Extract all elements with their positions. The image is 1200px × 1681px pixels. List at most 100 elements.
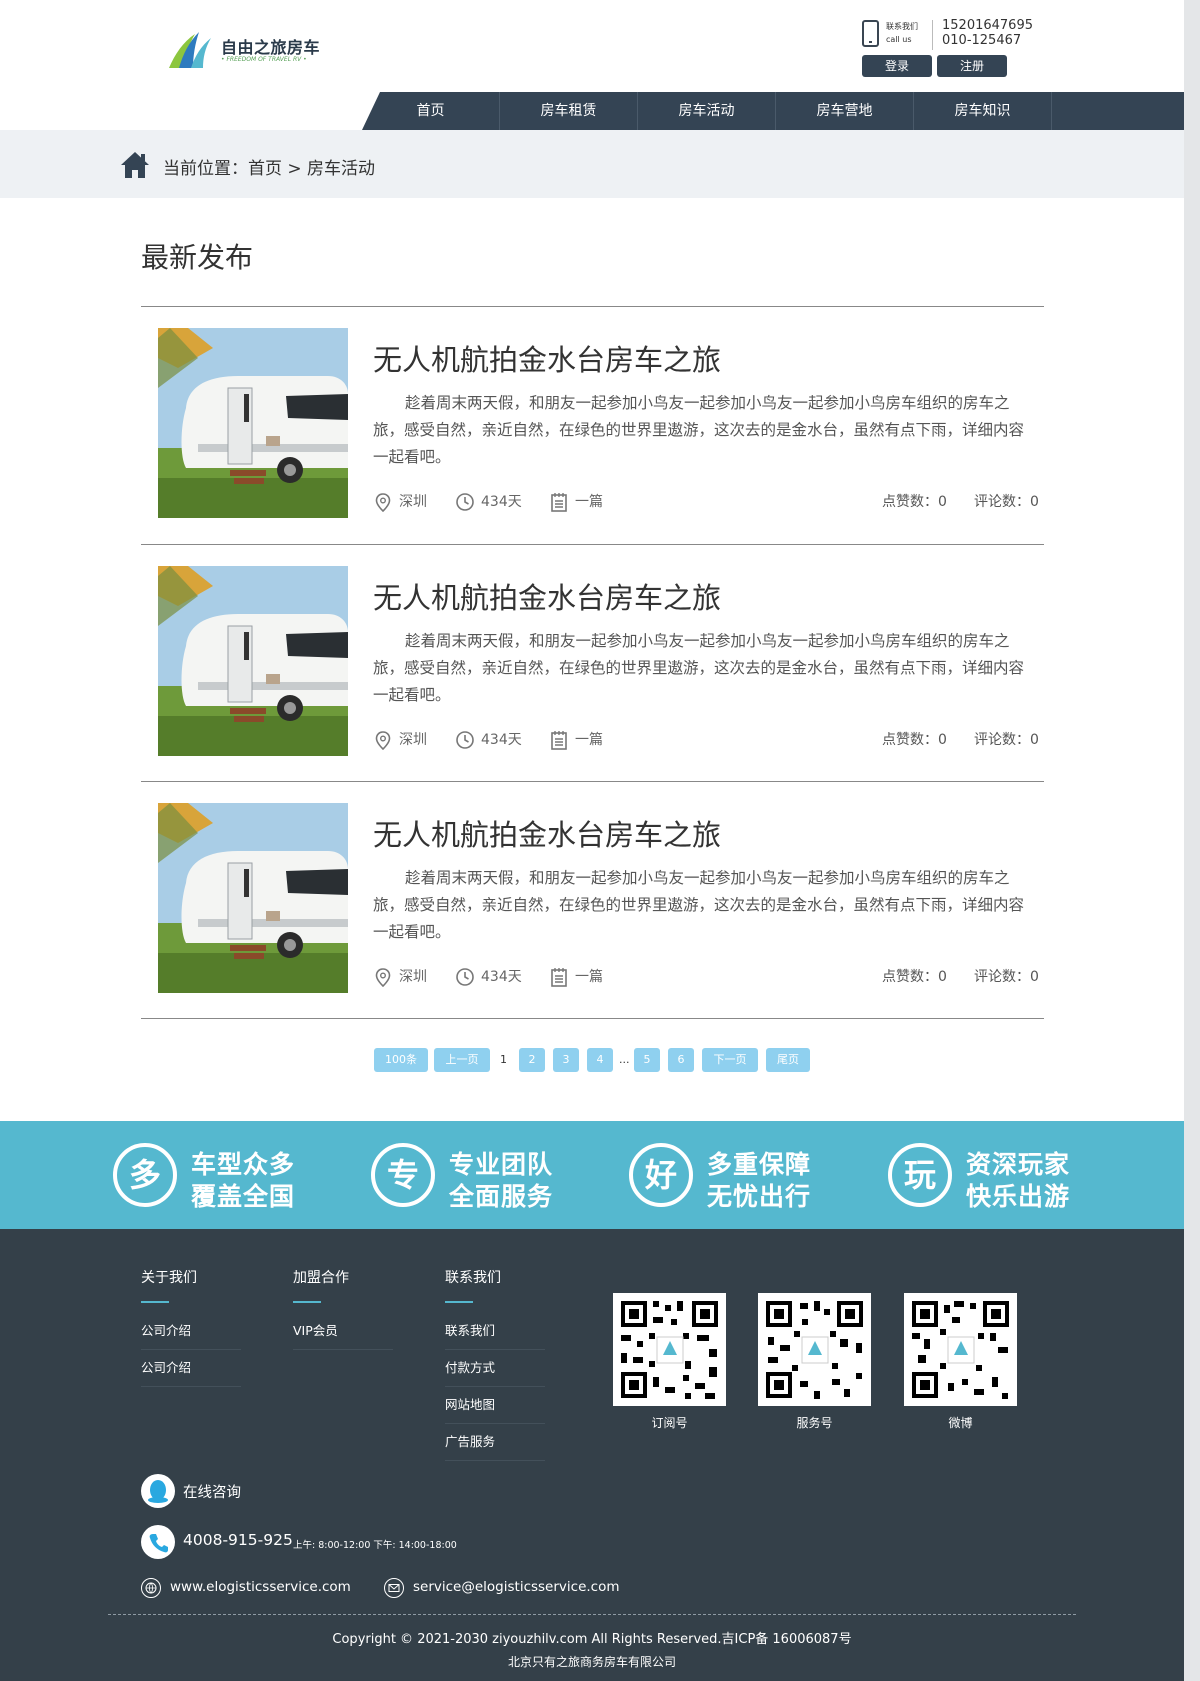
footer-link[interactable]: 付款方式 [445,1350,545,1387]
caravan-image [158,803,348,993]
count-text: 一篇 [575,732,603,748]
feature-line1: 专业团队 [449,1150,554,1179]
feature-line1: 资深玩家 [966,1150,1071,1179]
pager-page-5[interactable]: 5 [634,1048,660,1072]
count-text: 一篇 [575,969,603,985]
post-title[interactable]: 无人机航拍金水台房车之旅 [373,812,721,854]
notepad-icon [551,493,567,512]
logo[interactable]: 自由之旅房车 • FREEDOM OF TRAVEL RV • [165,28,325,72]
site-footer: 关于我们 公司介绍 公司介绍 加盟合作 VIP会员 联系我们 联系我们 付款方式… [0,1229,1184,1681]
register-button[interactable]: 注册 [937,55,1007,77]
likes-count: 点赞数：0 [882,732,947,748]
location-text: 深圳 [399,494,427,510]
notepad-icon [551,731,567,750]
footer-link[interactable]: 公司介绍 [141,1313,241,1350]
website-text: www.elogisticsservice.com [170,1579,351,1595]
post-title[interactable]: 无人机航拍金水台房车之旅 [373,575,721,617]
nav-item-home[interactable]: 首页 [362,92,500,130]
days-text: 434天 [481,732,522,748]
feature-badge: 玩 [888,1143,952,1207]
pagination: 100条 上一页 1 2 3 4 ... 5 6 下一页 尾页 [374,1048,814,1072]
footer-link[interactable]: 广告服务 [445,1424,545,1461]
feature-item: 专 专业团队 全面服务 [371,1143,621,1211]
pager-current: 1 [500,1053,507,1066]
post-title[interactable]: 无人机航拍金水台房车之旅 [373,337,721,379]
feature-badge: 专 [371,1143,435,1207]
contact-label-en: call us [886,35,912,44]
days-text: 434天 [481,969,522,985]
post-location: 深圳 [373,490,443,514]
feature-item: 好 多重保障 无忧出行 [629,1143,879,1211]
post-description: 趁着周末两天假，和朋友一起参加小鸟友一起参加小鸟友一起参加小鸟房车组织的房车之旅… [373,394,1025,466]
post-thumbnail[interactable] [158,803,348,993]
footer-link[interactable]: 网站地图 [445,1387,545,1424]
feature-line2: 快乐出游 [966,1182,1071,1211]
nav-item-activities[interactable]: 房车活动 [638,92,776,130]
hotline-number: 4008-915-925 [183,1531,293,1549]
contact-phone-1: 15201647695 [942,18,1033,33]
footer-column-contact: 联系我们 联系我们 付款方式 网站地图 广告服务 [445,1267,545,1461]
page-title: 最新发布 [141,241,254,274]
contact-phone-2: 010-125467 [942,33,1022,48]
location-text: 深圳 [399,969,427,985]
feature-badge: 好 [629,1143,693,1207]
phone-icon [141,1525,175,1559]
qq-icon [141,1474,175,1508]
feature-line1: 多重保障 [707,1150,812,1179]
contact-label: 联系我们 [886,22,918,31]
qr-label: 微博 [948,1416,973,1430]
pager-page-4[interactable]: 4 [587,1048,613,1072]
feature-band: 多 车型众多 覆盖全国 专 专业团队 全面服务 好 多重保障 无忧出行 玩 资深… [0,1121,1184,1229]
pager-ellipsis: ... [619,1053,630,1066]
likes-count: 点赞数：0 [882,969,947,985]
mail-icon [384,1578,404,1598]
feature-line1: 车型众多 [191,1150,296,1179]
divider [141,1301,169,1303]
login-button[interactable]: 登录 [862,55,932,77]
feature-badge: 多 [113,1143,177,1207]
footer-link[interactable]: 联系我们 [445,1313,545,1350]
pager-page-6[interactable]: 6 [668,1048,694,1072]
pager-last-button[interactable]: 尾页 [766,1048,810,1072]
pager-page-3[interactable]: 3 [553,1048,579,1072]
post-days: 434天 [455,965,535,989]
qr-service: 服务号 [758,1293,871,1431]
pager-page-2[interactable]: 2 [519,1048,545,1072]
comments-count: 评论数：0 [974,494,1039,510]
scrollbar[interactable] [1184,0,1200,1681]
breadcrumb-text[interactable]: 当前位置：首页 > 房车活动 [163,154,375,179]
clock-icon [456,731,474,749]
post-location: 深圳 [373,965,443,989]
list-item[interactable]: 无人机航拍金水台房车之旅 趁着周末两天假，和朋友一起参加小鸟友一起参加小鸟友一起… [141,545,1044,782]
logo-text: 自由之旅房车 [221,38,321,57]
list-item[interactable]: 无人机航拍金水台房车之旅 趁着周末两天假，和朋友一起参加小鸟友一起参加小鸟友一起… [141,782,1044,1019]
pager-next-button[interactable]: 下一页 [702,1048,758,1072]
footer-link[interactable]: 公司介绍 [141,1350,241,1387]
nav-item-campsites[interactable]: 房车营地 [776,92,914,130]
qr-code-icon [613,1293,726,1406]
post-description: 趁着周末两天假，和朋友一起参加小鸟友一起参加小鸟友一起参加小鸟房车组织的房车之旅… [373,869,1025,941]
copyright: Copyright © 2021-2030 ziyouzhilv.com All… [332,1632,852,1647]
qr-label: 服务号 [796,1416,833,1430]
divider [445,1301,473,1303]
footer-link[interactable]: VIP会员 [293,1313,393,1350]
pager-prev-button[interactable]: 上一页 [434,1048,490,1072]
nav-item-knowledge[interactable]: 房车知识 [914,92,1052,130]
footer-column-about: 关于我们 公司介绍 公司介绍 [141,1267,241,1387]
days-text: 434天 [481,494,522,510]
location-pin-icon [375,731,391,750]
post-description: 趁着周末两天假，和朋友一起参加小鸟友一起参加小鸟友一起参加小鸟房车组织的房车之旅… [373,632,1025,704]
count-text: 一篇 [575,494,603,510]
post-thumbnail[interactable] [158,328,348,518]
post-thumbnail[interactable] [158,566,348,756]
location-text: 深圳 [399,732,427,748]
list-item[interactable]: 无人机航拍金水台房车之旅 趁着周末两天假，和朋友一起参加小鸟友一起参加小鸟友一起… [141,307,1044,544]
feature-line2: 无忧出行 [707,1182,812,1211]
comments-count: 评论数：0 [974,969,1039,985]
location-pin-icon [375,493,391,512]
nav-item-rental[interactable]: 房车租赁 [500,92,638,130]
post-count: 一篇 [549,728,619,752]
notepad-icon [551,968,567,987]
feature-item: 玩 资深玩家 快乐出游 [888,1143,1138,1211]
divider [293,1301,321,1303]
